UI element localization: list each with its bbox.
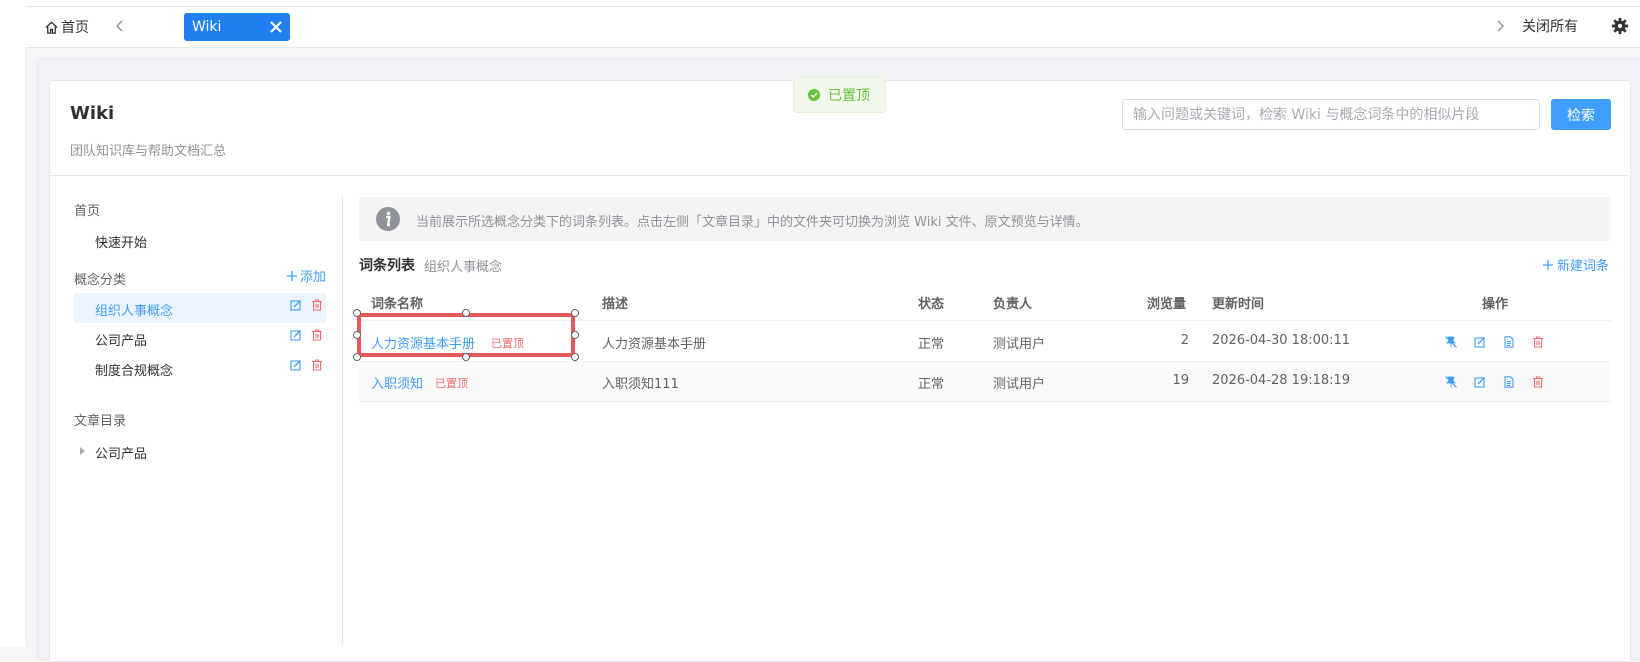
table-divider [359,401,1611,402]
new-entry-label: 新建词条 [1557,259,1610,274]
sidebar-home-label: 首页 [74,204,101,219]
column-header-status: 状态 [918,297,945,312]
column-header-views: 浏览量 [1147,297,1187,312]
category-actions [290,329,323,341]
add-category-button[interactable]: 添加 [287,266,326,285]
tab-scroll-right[interactable] [1490,16,1510,36]
unpin-icon[interactable] [1445,336,1457,348]
selection-highlight-box [357,313,575,357]
edit-icon[interactable] [290,329,302,341]
column-header-updated: 更新时间 [1212,297,1265,312]
gear-icon[interactable] [1611,17,1629,35]
category-actions [290,359,323,371]
delete-icon[interactable] [311,329,323,341]
tab-bar: 首页 Wiki 关闭所有 [26,7,1640,48]
check-circle-icon [808,89,820,101]
list-category: 组织人事概念 [424,260,503,275]
plus-icon [1543,259,1553,270]
tab-scroll-left[interactable] [110,16,130,36]
resize-handle[interactable] [353,309,361,317]
sidebar-item-company-product[interactable]: 公司产品 [95,330,147,349]
tab-wiki-label: Wiki [192,19,222,35]
edit-icon[interactable] [1474,336,1486,348]
entry-owner: 测试用户 [993,337,1046,352]
resize-handle[interactable] [571,331,579,339]
tab-home[interactable]: 首页 [44,17,89,37]
add-category-label: 添加 [300,270,327,285]
column-header-desc: 描述 [602,297,629,312]
tab-home-label: 首页 [61,20,89,36]
delete-icon[interactable] [1532,336,1544,348]
sidebar-item-compliance[interactable]: 制度合规概念 [95,360,173,379]
entry-status: 正常 [918,337,945,352]
entry-name-link[interactable]: 入职须知 [371,373,423,392]
new-entry-button[interactable]: 新建词条 [1543,255,1609,274]
entry-updated: 2026-04-30 18:00:11 [1212,333,1351,348]
document-icon[interactable] [1503,376,1515,388]
list-title: 词条列表 [359,258,415,274]
delete-icon[interactable] [1532,376,1544,388]
search-button[interactable]: 检索 [1551,99,1611,130]
document-icon[interactable] [1503,336,1515,348]
edit-icon[interactable] [1474,376,1486,388]
resize-handle[interactable] [353,331,361,339]
close-all-button[interactable]: 关闭所有 [1522,16,1578,36]
resize-handle[interactable] [571,353,579,361]
plus-icon [287,270,297,281]
row-actions [1445,336,1544,348]
column-header-owner: 负责人 [993,297,1033,312]
sidebar-divider [342,195,343,646]
entry-views: 19 [1172,373,1189,388]
resize-handle[interactable] [462,353,470,361]
resize-handle[interactable] [353,353,361,361]
page-title: Wiki [70,103,115,124]
entry-owner: 测试用户 [993,377,1046,392]
top-bar [26,0,1640,7]
header-divider [49,175,1629,176]
delete-icon[interactable] [311,359,323,371]
sidebar-article-folder[interactable]: 公司产品 [95,443,147,462]
table-row-hover [359,362,1611,401]
sidebar-item-quick-start[interactable]: 快速开始 [95,232,147,251]
info-icon [376,207,400,231]
delete-icon[interactable] [311,299,323,311]
column-header-name: 词条名称 [371,297,424,312]
category-actions [290,299,323,311]
column-header-actions: 操作 [1482,297,1509,312]
pinned-badge: 已置顶 [435,377,468,390]
row-actions [1445,376,1544,388]
page-subtitle: 团队知识库与帮助文档汇总 [70,144,227,159]
sidebar-articles-label: 文章目录 [74,414,127,429]
sidebar-item-org-hr[interactable]: 组织人事概念 [95,300,173,319]
search-input[interactable] [1122,99,1540,130]
unpin-icon[interactable] [1445,376,1457,388]
entry-desc: 人力资源基本手册 [602,337,707,352]
left-rail [0,0,27,646]
toast-text: 已置顶 [828,88,870,104]
sidebar-categories-label: 概念分类 [74,273,127,288]
tab-wiki[interactable]: Wiki [184,13,290,41]
chevron-left-icon [116,20,123,32]
success-toast: 已置顶 [793,77,886,113]
entry-updated: 2026-04-28 19:18:19 [1212,373,1351,388]
entry-status: 正常 [918,377,945,392]
close-icon[interactable] [269,20,283,34]
edit-icon[interactable] [290,359,302,371]
home-icon [45,20,58,34]
caret-right-icon[interactable] [78,446,86,456]
entry-views: 2 [1180,333,1189,348]
resize-handle[interactable] [462,309,470,317]
entry-desc: 入职须知111 [602,377,679,392]
chevron-right-icon [1497,20,1504,32]
resize-handle[interactable] [571,309,579,317]
edit-icon[interactable] [290,299,302,311]
info-text: 当前展示所选概念分类下的词条列表。点击左侧「文章目录」中的文件夹可切换为浏览 W… [416,215,1089,230]
